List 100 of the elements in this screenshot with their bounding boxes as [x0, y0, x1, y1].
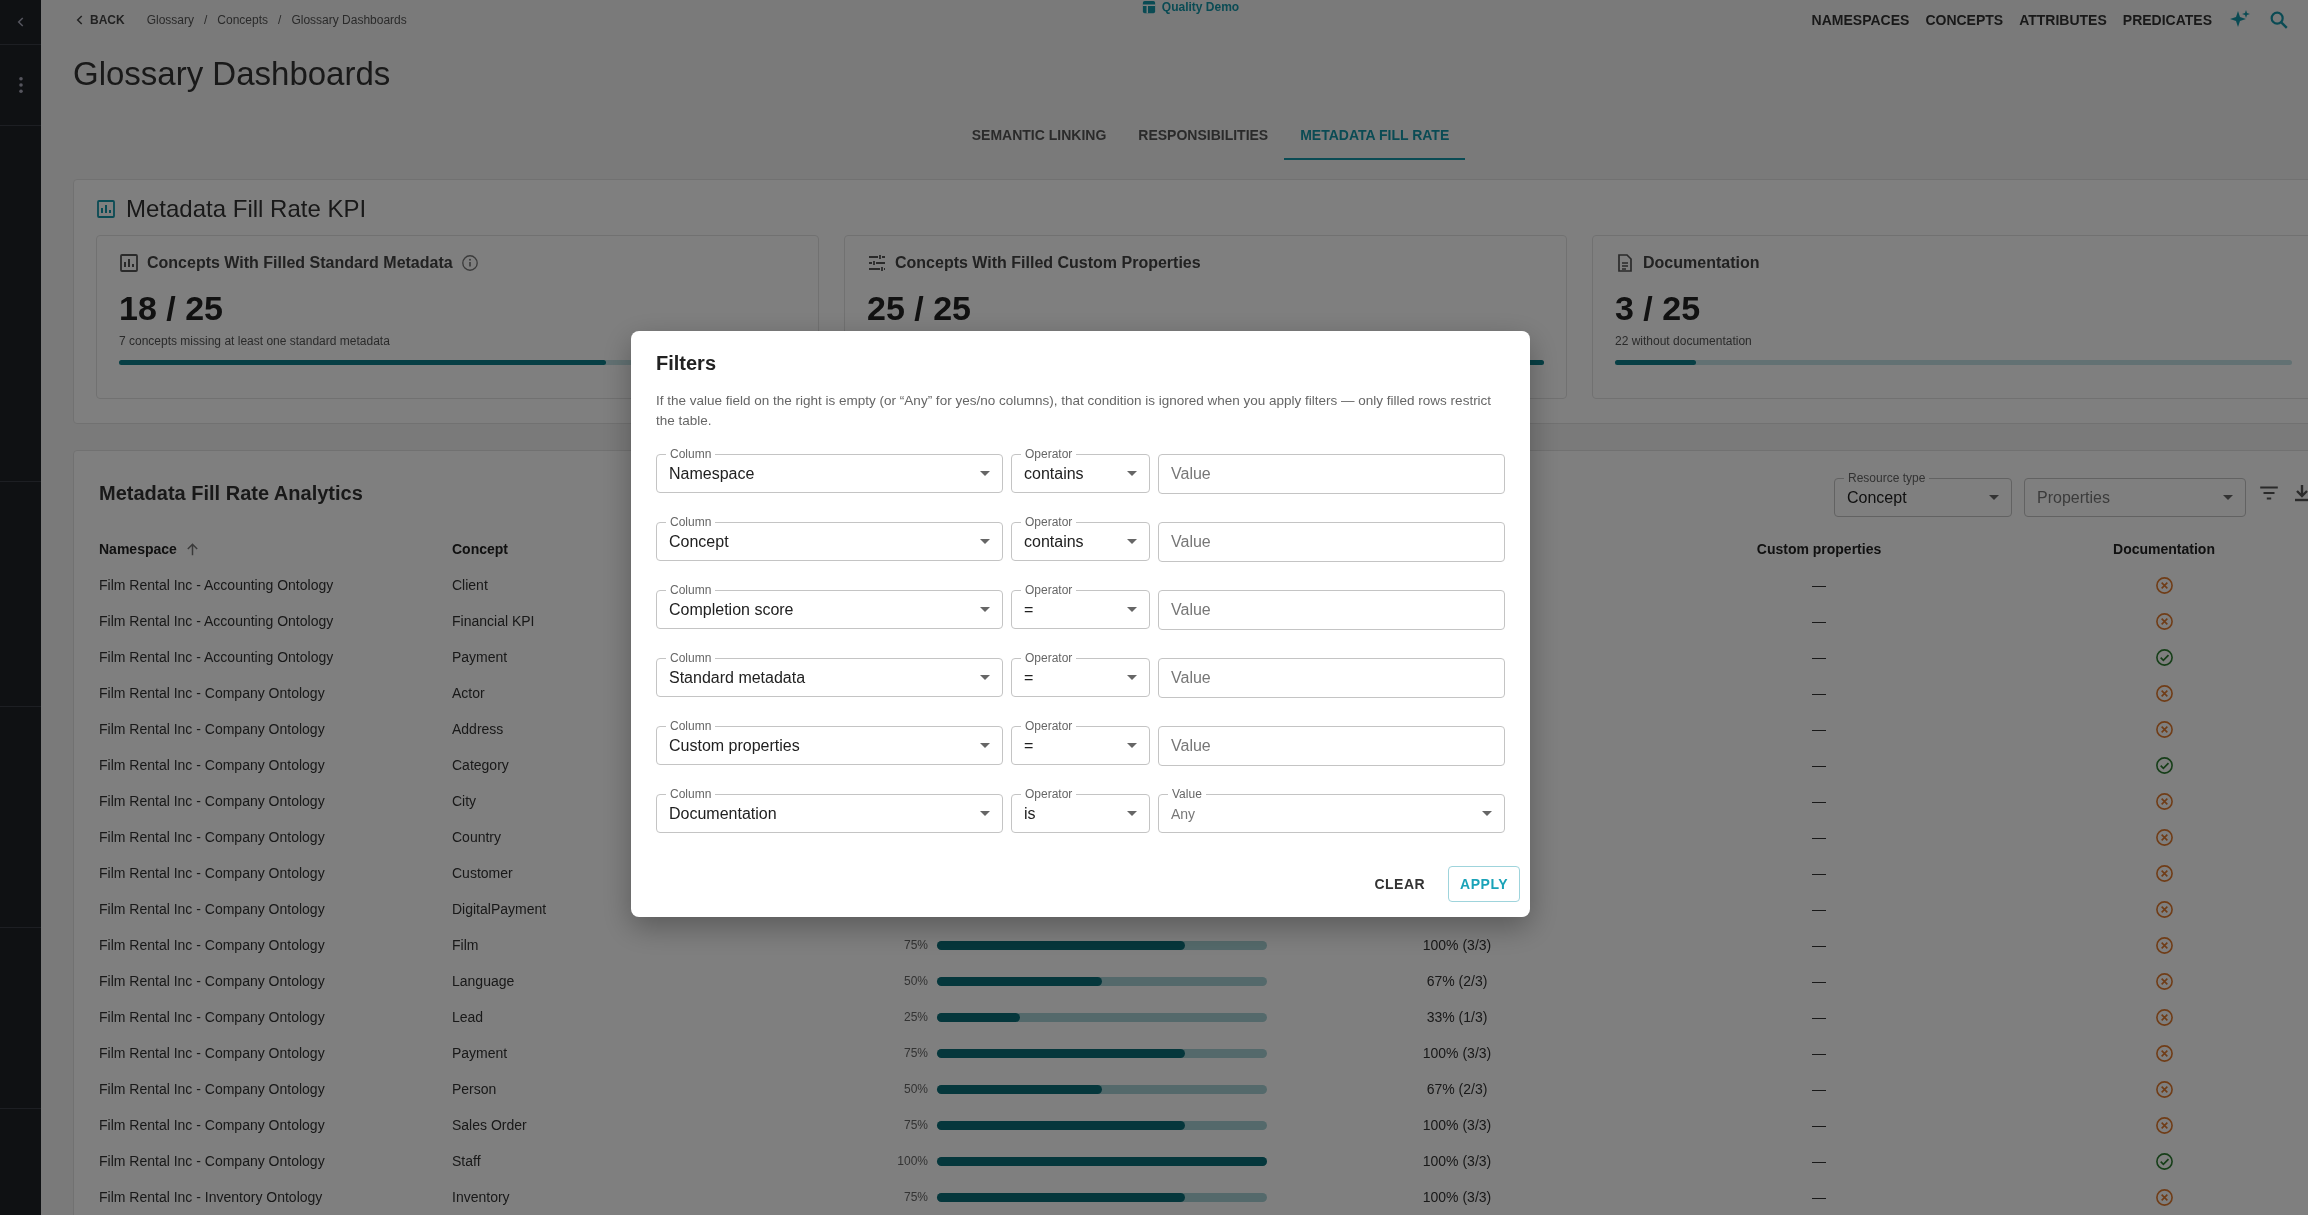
table-cell: Person — [452, 1081, 497, 1097]
table-cell: Film Rental Inc - Company Ontology — [99, 721, 325, 737]
more-icon[interactable] — [17, 76, 24, 94]
page-title: Glossary Dashboards — [73, 54, 392, 94]
table-cell: — — [1812, 1153, 1826, 1169]
table-cell: — — [1812, 649, 1826, 665]
table-cell: Film Rental Inc - Accounting Ontology — [99, 649, 334, 665]
table-cell: Film Rental Inc - Company Ontology — [99, 973, 325, 989]
card-title: Documentation — [1643, 254, 1760, 272]
breadcrumb-separator: / — [204, 13, 208, 27]
completion-percent: 50% — [902, 1082, 929, 1096]
chart-icon — [119, 253, 139, 273]
completion-percent: 25% — [902, 1010, 929, 1024]
tab[interactable]: RESPONSIBILITIES — [1122, 112, 1285, 160]
value-field[interactable]: Value — [1158, 522, 1505, 562]
dialog-note: If the value field on the right is empty (or “Any” for yes/no columns), that condition is ignored when you apply filters — only filled rows restrict the table. — [656, 392, 1493, 430]
sort-arrow-icon[interactable] — [184, 541, 200, 557]
caret-icon — [1127, 743, 1137, 748]
caret-icon — [1127, 811, 1137, 816]
table-cell: City — [452, 793, 477, 809]
download-icon[interactable] — [2292, 482, 2308, 504]
table-cell: — — [1812, 613, 1826, 629]
table-cell: 100% (3/3) — [1422, 937, 1492, 953]
card-title: Concepts With Filled Custom Properties — [895, 254, 1201, 272]
table-cell: 100% (3/3) — [1422, 1117, 1492, 1133]
card-title: Concepts With Filled Standard Metadata — [147, 254, 453, 272]
table-cell: Film — [452, 937, 479, 953]
completion-percent: 75% — [902, 1118, 929, 1132]
value-field[interactable]: Value — [1158, 454, 1505, 494]
chart-icon — [96, 199, 116, 219]
table-cell: Film Rental Inc - Company Ontology — [99, 685, 325, 701]
dialog-button[interactable]: APPLY — [1448, 866, 1520, 902]
caret-icon — [1127, 607, 1137, 612]
table-cell: 100% (3/3) — [1422, 1153, 1492, 1169]
table-cell: — — [1812, 757, 1826, 773]
nav-link[interactable]: ATTRIBUTES — [2019, 12, 2107, 28]
caret-icon — [980, 471, 990, 476]
caret-icon — [980, 811, 990, 816]
table-cell: Film Rental Inc - Company Ontology — [99, 901, 325, 917]
table-cell: Lead — [452, 1009, 484, 1025]
nav-link[interactable]: PREDICATES — [2122, 12, 2212, 28]
table-cell: Language — [452, 973, 515, 989]
table-cell: Film Rental Inc - Company Ontology — [99, 937, 325, 953]
breadcrumb-link[interactable]: Glossary — [146, 13, 194, 27]
caret-icon — [1127, 539, 1137, 544]
tab[interactable]: SEMANTIC LINKING — [955, 112, 1123, 160]
value-field[interactable]: Value — [1158, 658, 1505, 698]
table-cell: 33% (1/3) — [1426, 1009, 1488, 1025]
table-cell: Country — [452, 829, 502, 845]
table-icon — [1141, 0, 1156, 14]
table-cell: Payment — [452, 649, 508, 665]
info-icon[interactable] — [460, 254, 479, 272]
table-cell: Film Rental Inc - Company Ontology — [99, 1117, 325, 1133]
column-header: Documentation — [2113, 541, 2215, 557]
caret-icon — [1482, 811, 1492, 816]
table-cell: 100% (3/3) — [1422, 1045, 1492, 1061]
table-cell: 100% (3/3) — [1422, 1189, 1492, 1205]
table-cell: Film Rental Inc - Accounting Ontology — [99, 577, 334, 593]
table-cell: — — [1812, 793, 1826, 809]
table-cell: Payment — [452, 1045, 508, 1061]
table-cell: — — [1812, 829, 1826, 845]
table-cell: Film Rental Inc - Company Ontology — [99, 1045, 325, 1061]
completion-percent: 100% — [896, 1154, 929, 1168]
value-field[interactable]: Value — [1158, 590, 1505, 630]
caret-icon — [980, 675, 990, 680]
dialog-title: Filters — [656, 351, 718, 375]
nav-link[interactable]: NAMESPACES — [1811, 12, 1910, 28]
table-cell: Client — [452, 577, 488, 593]
table-cell: — — [1812, 1045, 1826, 1061]
table-cell: Film Rental Inc - Company Ontology — [99, 793, 325, 809]
table-cell: Film Rental Inc - Company Ontology — [99, 1009, 325, 1025]
table-cell: DigitalPayment — [452, 901, 547, 917]
document-icon — [1615, 253, 1635, 273]
table-cell: — — [1812, 973, 1826, 989]
table-cell: — — [1812, 1117, 1826, 1133]
table-cell: — — [1812, 1009, 1826, 1025]
table-cell: Film Rental Inc - Company Ontology — [99, 757, 325, 773]
breadcrumb-link[interactable]: Concepts — [217, 13, 269, 27]
table-cell: — — [1812, 937, 1826, 953]
value-field[interactable]: Value — [1158, 726, 1505, 766]
table-cell: Actor — [452, 685, 485, 701]
panel-title: Metadata Fill Rate KPI — [126, 195, 367, 223]
back-link[interactable]: BACK — [73, 13, 125, 27]
caret-icon — [1989, 495, 1999, 500]
completion-percent: 50% — [902, 974, 929, 988]
table-cell: Film Rental Inc - Company Ontology — [99, 1081, 325, 1097]
nav-link[interactable]: CONCEPTS — [1925, 12, 2004, 28]
table-cell: Sales Order — [452, 1117, 527, 1133]
search-icon[interactable] — [2268, 9, 2290, 31]
table-cell: Film Rental Inc - Inventory Ontology — [99, 1189, 323, 1205]
completion-percent: 75% — [902, 1190, 929, 1204]
column-header: Concept — [452, 541, 508, 557]
caret-icon — [2223, 495, 2233, 500]
column-header[interactable]: Namespace — [99, 541, 177, 557]
kpi-value: 3 / 25 — [1615, 288, 1702, 328]
panel-title: Metadata Fill Rate Analytics — [99, 481, 364, 505]
table-cell: Financial KPI — [452, 613, 535, 629]
table-cell: — — [1812, 1081, 1826, 1097]
column-header: Custom properties — [1756, 541, 1882, 557]
caret-icon — [980, 539, 990, 544]
